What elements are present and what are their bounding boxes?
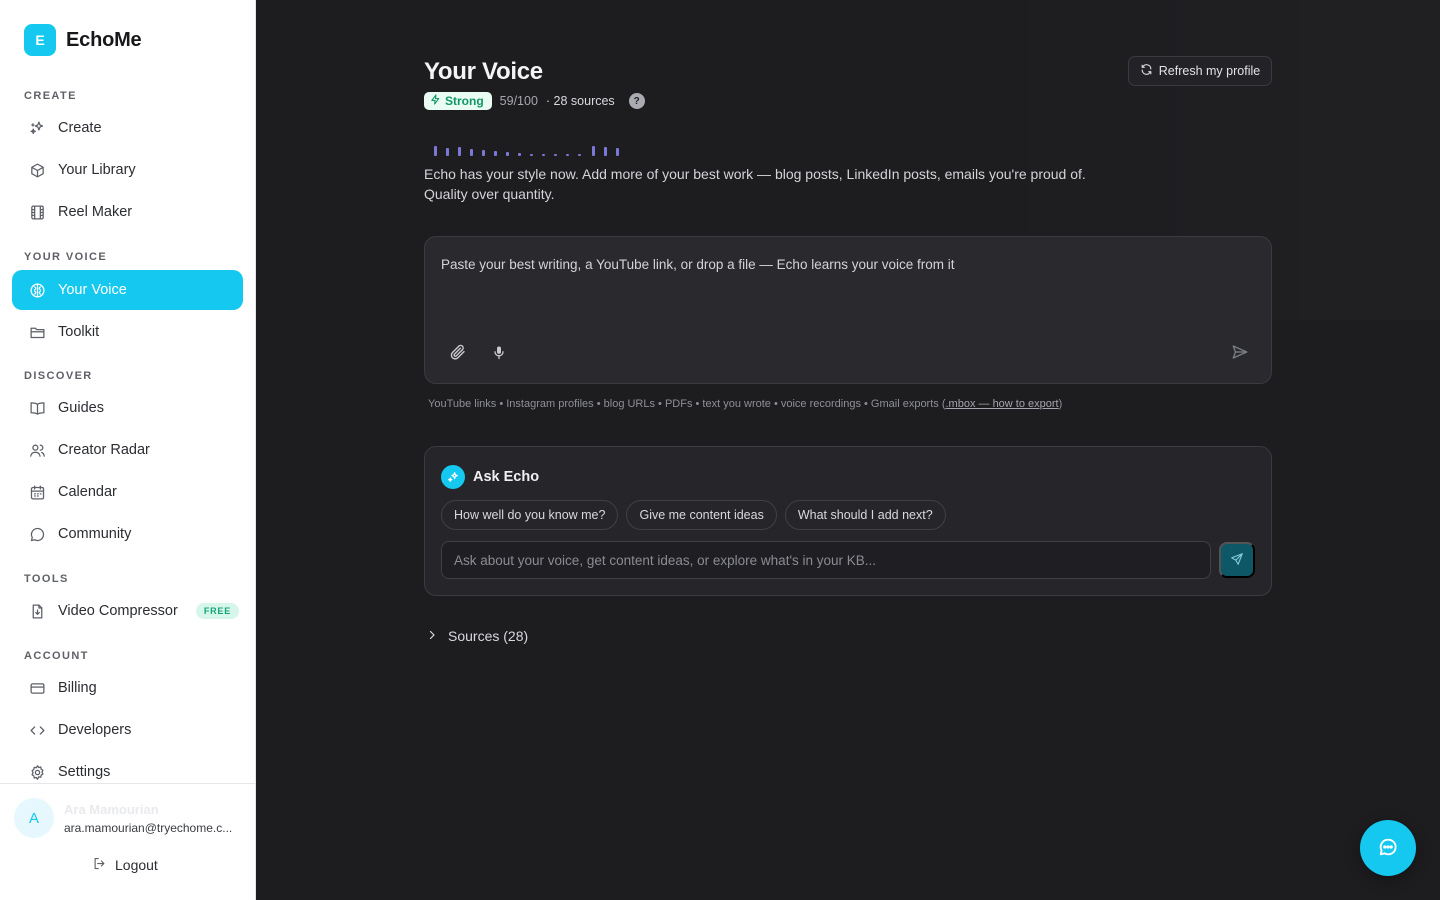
section-label-your-voice: YOUR VOICE [24,251,108,263]
users-icon [28,441,46,459]
microphone-icon[interactable] [491,344,507,366]
brand-logo: E [24,24,56,56]
sidebar-item-label: Your Voice [58,282,127,298]
chevron-right-icon [426,628,438,644]
refresh-profile-button[interactable]: Refresh my profile [1128,56,1272,86]
paperclip-icon[interactable] [449,343,467,366]
ask-echo-title: Ask Echo [473,469,540,485]
user-email: ara.mamourian@tryechome.c... [64,821,233,835]
refresh-label: Refresh my profile [1158,64,1261,78]
brain-icon [28,281,46,299]
sources-toggle[interactable]: Sources (28) [426,628,528,644]
help-icon[interactable]: ? [628,93,645,109]
strength-badge: Strong [424,92,492,110]
suggestion-chip[interactable]: Give me content ideas [626,500,777,530]
box-icon [28,161,46,179]
ask-echo-header: Ask Echo [441,465,539,489]
book-icon [28,399,46,417]
chat-support-button[interactable] [1360,820,1416,876]
refresh-icon [1140,63,1153,79]
sidebar-item-label: Creator Radar [58,442,150,458]
voice-waveform [434,146,619,156]
send-icon [1230,552,1244,569]
sidebar-item-developers[interactable]: Developers [12,710,243,750]
logout-label: Logout [115,857,158,873]
mbox-export-link[interactable]: .mbox — how to export [946,398,1059,410]
calendar-icon [28,483,46,501]
sidebar-item-reel-maker[interactable]: Reel Maker [12,192,243,232]
file-down-icon [28,602,46,620]
sparkle-icon [441,465,465,489]
sidebar-item-label: Billing [58,680,97,696]
voice-score: 59/100 [499,94,538,108]
chat-icon [28,525,46,543]
sidebar-item-calendar[interactable]: Calendar [12,472,243,512]
logout-icon [92,856,107,874]
sidebar-item-toolkit[interactable]: Toolkit [12,312,243,352]
code-icon [28,721,46,739]
sidebar-item-label: Reel Maker [58,204,133,220]
supported-sources-hint: YouTube links • Instagram profiles • blo… [428,398,1062,410]
voice-description: Echo has your style now. Add more of you… [424,166,1086,202]
voice-input-card[interactable]: Paste your best writing, a YouTube link,… [424,236,1272,384]
sidebar-item-billing[interactable]: Billing [12,668,243,708]
sidebar-item-label: Community [58,526,132,542]
suggestion-chip[interactable]: How well do you know me? [441,500,619,530]
sidebar-item-guides[interactable]: Guides [12,388,243,428]
logout-button[interactable]: Logout [92,856,158,874]
sources-toggle-label: Sources (28) [448,628,529,644]
chat-bubble-icon [1377,836,1399,861]
main-content: Your Voice Strong 59/100 · 28 sources ? … [256,0,1440,900]
strength-label: Strong [445,94,484,108]
voice-meta: Strong 59/100 · 28 sources ? [424,92,645,110]
page-title: Your Voice [424,58,543,85]
sidebar: E EchoMe CREATE Create Your Library Reel… [0,0,256,900]
brand-name: EchoMe [66,28,142,51]
sidebar-item-your-voice[interactable]: Your Voice [12,270,243,310]
ask-send-button[interactable] [1219,542,1255,578]
section-label-create: CREATE [24,90,77,102]
sidebar-divider [0,783,256,784]
sidebar-item-label: Your Library [58,162,136,178]
voice-input-placeholder[interactable]: Paste your best writing, a YouTube link,… [441,257,955,272]
sidebar-item-label: Create [58,120,102,136]
sidebar-item-create[interactable]: Create [12,108,243,148]
sidebar-item-label: Guides [58,400,104,416]
section-label-discover: DISCOVER [24,370,93,382]
sparkle-icon [28,119,46,137]
sources-count: · 28 sources [545,94,615,108]
suggestion-chip[interactable]: What should I add next? [784,500,946,530]
suggestion-chips: How well do you know me? Give me content… [441,500,946,530]
section-label-tools: TOOLS [24,573,69,585]
sidebar-item-your-library[interactable]: Your Library [12,150,243,190]
sidebar-item-community[interactable]: Community [12,514,243,554]
ask-echo-card: Ask Echo How well do you know me? Give m… [424,446,1272,596]
brand[interactable]: E EchoMe [24,24,142,56]
send-icon[interactable] [1231,343,1249,366]
sidebar-item-label: Video Compressor [58,603,178,619]
sidebar-item-label: Toolkit [58,324,100,340]
user-name: Ara Mamourian [64,802,159,817]
sidebar-item-label: Developers [58,722,132,738]
sidebar-item-settings[interactable]: Settings [12,752,243,792]
sidebar-item-label: Settings [58,764,111,780]
free-badge: FREE [195,603,240,619]
sidebar-item-creator-radar[interactable]: Creator Radar [12,430,243,470]
film-icon [28,203,46,221]
hint-close: ) [1058,398,1063,410]
credit-card-icon [28,679,46,697]
section-label-account: ACCOUNT [24,650,89,662]
sidebar-item-video-compressor[interactable]: Video Compressor FREE [12,591,243,631]
folder-icon [28,323,46,341]
sidebar-item-label: Calendar [58,484,117,500]
gear-icon [28,763,46,781]
avatar[interactable]: A [14,798,54,838]
bolt-icon [430,94,441,108]
ask-echo-input[interactable] [441,541,1211,579]
hint-text: YouTube links • Instagram profiles • blo… [428,398,946,410]
